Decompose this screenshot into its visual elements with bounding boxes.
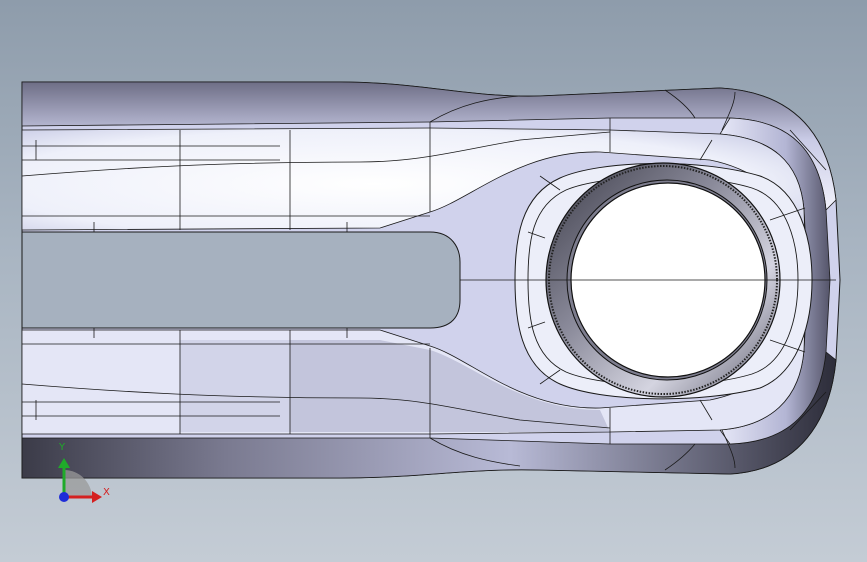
x-axis-label: X [103,487,110,498]
graphics-viewport[interactable]: Y X [0,0,867,562]
y-axis-label: Y [59,442,66,453]
lower-arm-shade [180,340,290,432]
center-slot[interactable] [21,231,461,329]
cad-part-model[interactable] [0,0,867,562]
origin-dot [59,492,69,502]
